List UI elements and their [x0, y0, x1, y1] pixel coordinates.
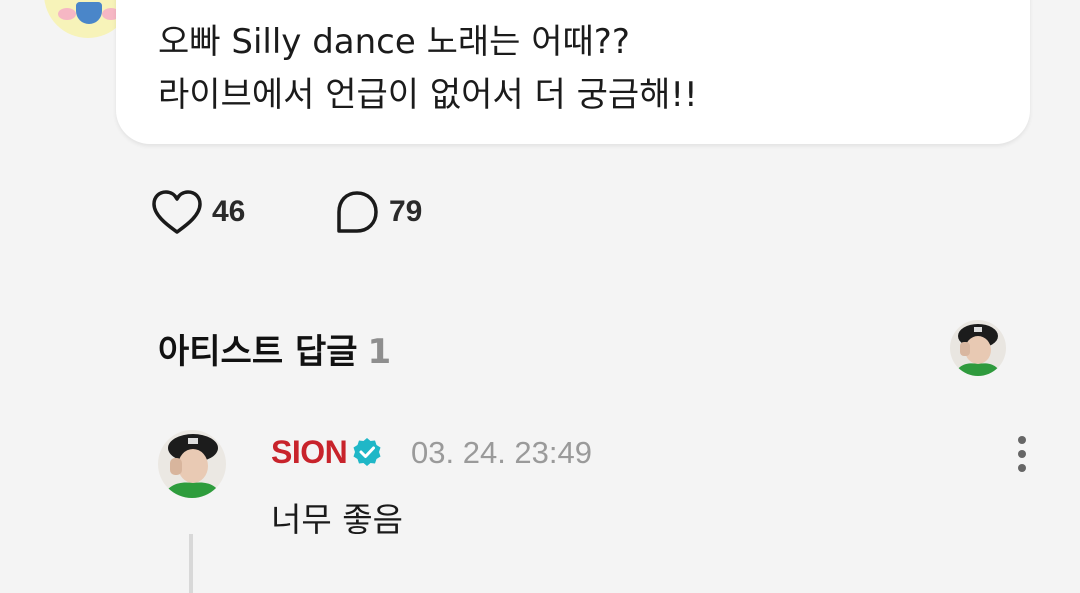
comment-count: 79 — [389, 195, 423, 228]
verified-badge-icon — [353, 438, 381, 466]
artist-replies-header: 아티스트 답글 1 — [158, 324, 391, 373]
avatar-mouth — [76, 2, 102, 24]
avatar-cheek — [58, 8, 76, 20]
post-message-text: 오빠 Silly dance 노래는 어때?? 라이브에서 언급이 없어서 더 … — [158, 16, 698, 122]
artist-replies-title: 아티스트 답글 — [158, 332, 358, 372]
heart-outline-icon — [152, 190, 202, 234]
more-options-icon[interactable] — [1012, 436, 1032, 476]
artist-photo — [158, 430, 226, 498]
reply-text: 너무 좋음 — [271, 500, 403, 539]
reply-thread-line — [189, 534, 193, 593]
like-button[interactable]: 46 — [150, 188, 245, 236]
reply-author-name[interactable]: SION — [271, 434, 348, 471]
reply-timestamp: 03. 24. 23:49 — [411, 435, 592, 470]
post-message-line: 오빠 Silly dance 노래는 어때?? — [158, 22, 630, 62]
speech-bubble-icon — [337, 191, 378, 233]
artist-photo — [950, 320, 1006, 376]
artist-replies-count: 1 — [367, 332, 392, 372]
comment-button[interactable]: 79 — [333, 188, 422, 236]
post-message-line: 라이브에서 언급이 없어서 더 궁금해!! — [158, 75, 698, 115]
artist-avatar-small[interactable] — [950, 320, 1006, 376]
reply-author-avatar[interactable] — [158, 430, 226, 498]
like-count: 46 — [212, 195, 246, 228]
